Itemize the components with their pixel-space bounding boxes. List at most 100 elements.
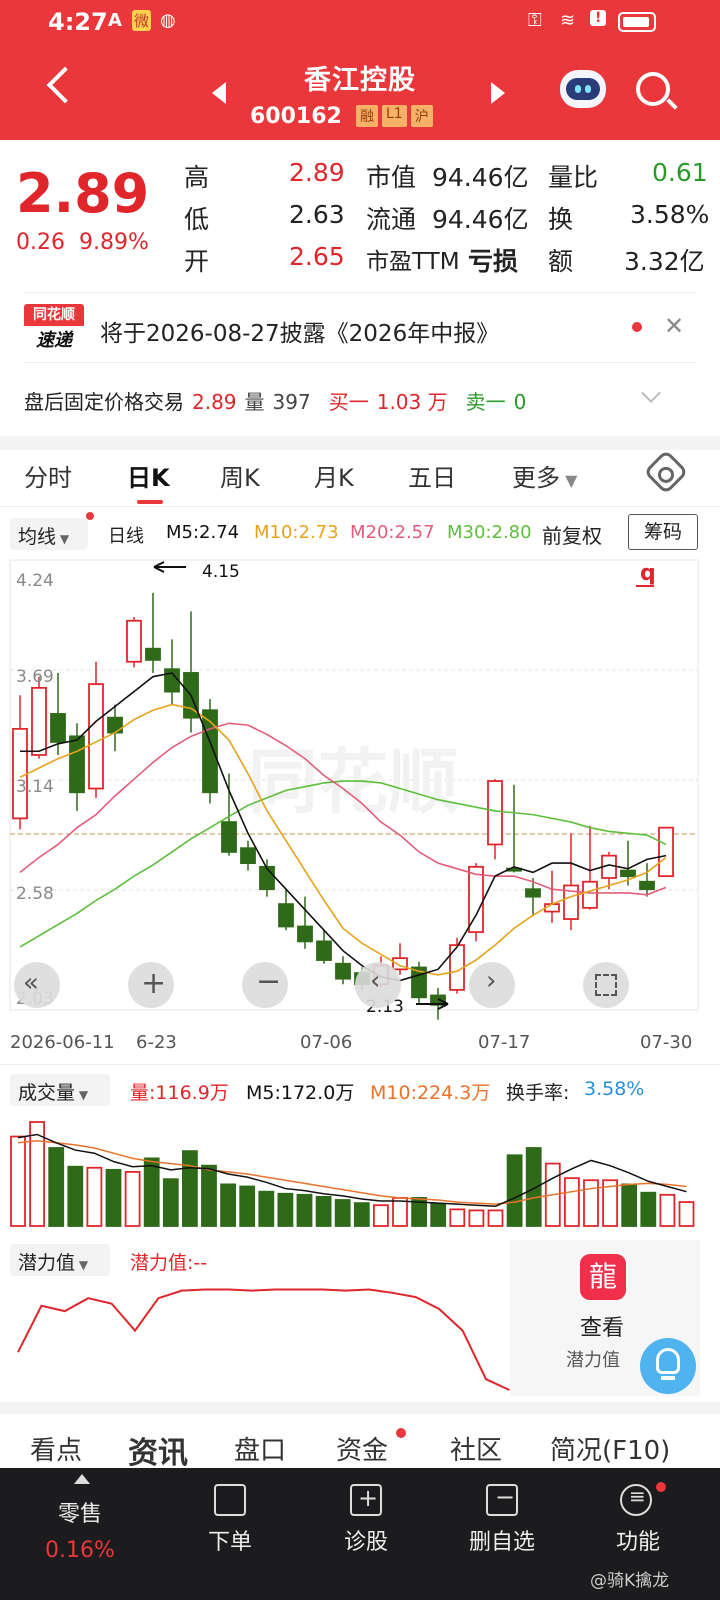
- stock-tags: 融 L1 沪: [356, 105, 433, 127]
- volume-bar: [10, 1135, 26, 1227]
- nav-diagnose[interactable]: 诊股: [316, 1524, 416, 1556]
- volume-bar: [296, 1193, 313, 1227]
- nav-function[interactable]: 功能: [588, 1524, 688, 1556]
- zoom-out-button[interactable]: −: [242, 962, 288, 1008]
- candle-body: [12, 727, 28, 820]
- volume-bar: [334, 1199, 351, 1227]
- stock-code: 600162: [250, 104, 342, 129]
- x-tick-2: 07-06: [300, 1032, 352, 1053]
- volume-bar: [392, 1197, 408, 1227]
- ma5-label: M5:2.74: [166, 522, 240, 543]
- tab-community[interactable]: 社区: [450, 1430, 502, 1467]
- zoom-in-button[interactable]: +: [128, 962, 174, 1008]
- volume-ma5: M5:172.0万: [246, 1082, 355, 1104]
- quote-val-float: 94.46亿: [432, 205, 529, 234]
- volume-bar: [29, 1121, 46, 1227]
- quote-key-volratio: 量比: [548, 163, 599, 192]
- potential-line: [17, 1288, 510, 1391]
- candle-body: [88, 683, 104, 790]
- tab-more[interactable]: 更多 ▼: [512, 458, 577, 493]
- remove-watchlist-icon[interactable]: −: [486, 1483, 518, 1516]
- volume-bar: [678, 1201, 695, 1227]
- volume-bar: [220, 1183, 237, 1227]
- volume-bar: [48, 1147, 65, 1227]
- chevron-down-icon[interactable]: [641, 383, 661, 403]
- nav-remove-watchlist[interactable]: 删自选: [452, 1524, 552, 1556]
- assistant-robot-icon[interactable]: [560, 70, 606, 108]
- ma-dot: [86, 512, 94, 520]
- candle-body: [620, 869, 636, 878]
- tab-highlights[interactable]: 看点: [30, 1430, 82, 1467]
- x-tick-3: 07-17: [478, 1032, 530, 1053]
- volume-indicator-selector[interactable]: 成交量 ▼: [10, 1074, 110, 1106]
- nav-order[interactable]: 下单: [180, 1524, 280, 1556]
- y-tick-2: 3.14: [16, 777, 54, 797]
- tab-weekly-k[interactable]: 周K: [220, 458, 260, 493]
- quote-key-float: 流通: [366, 205, 417, 234]
- candle-body: [316, 940, 332, 961]
- change-value: 0.26: [16, 230, 65, 255]
- quote-val-low: 2.63: [289, 200, 345, 229]
- after-hours-bar[interactable]: 盘后固定价格交易 2.89 量 397 买一 1.03 万卖一 0: [24, 386, 534, 415]
- candle-body: [50, 713, 66, 743]
- volume-bar: [124, 1171, 141, 1227]
- fq-label[interactable]: 前复权: [542, 520, 602, 549]
- tab-five-day[interactable]: 五日: [408, 458, 456, 493]
- candle-body: [126, 619, 142, 663]
- scroll-left-fast-button[interactable]: «: [14, 962, 60, 1008]
- candle-body: [639, 880, 655, 891]
- expand-up-icon[interactable]: [74, 1474, 90, 1484]
- quote-val-open: 2.65: [289, 242, 345, 271]
- candle-body: [221, 821, 237, 853]
- ball-icon: ◍: [160, 10, 176, 31]
- change-percent: 9.89%: [78, 230, 149, 255]
- nav-retail[interactable]: 零售: [30, 1496, 130, 1528]
- volume-bar: [430, 1203, 447, 1227]
- scroll-left-button[interactable]: ‹: [355, 962, 401, 1008]
- candle-body: [31, 686, 47, 756]
- quote-val-amount: 3.32亿: [624, 247, 705, 276]
- tag-hu: 沪: [410, 105, 433, 127]
- quote-val-turnover: 3.58%: [630, 200, 710, 229]
- tab-capital[interactable]: 资金: [336, 1430, 388, 1467]
- volume-bar: [564, 1177, 580, 1227]
- scroll-right-button[interactable]: ›: [469, 962, 515, 1008]
- close-icon[interactable]: ✕: [664, 312, 684, 340]
- volume-bar: [659, 1193, 676, 1227]
- chip-distribution-button[interactable]: 筹码: [628, 514, 698, 550]
- ma30-label: M30:2.80: [447, 522, 532, 543]
- volume-bar: [353, 1202, 370, 1227]
- app-header: 4:27 A 微 ◍ ⚿ ≋ ! 香江控股 600162 融 L1 沪: [0, 0, 720, 140]
- nav-retail-pct: 0.16%: [45, 1538, 115, 1563]
- after-hours-volume: 397: [272, 390, 311, 414]
- tab-f10[interactable]: 简况(F10): [550, 1430, 670, 1467]
- volume-bar: [258, 1190, 275, 1227]
- volume-bar: [239, 1185, 256, 1227]
- diagnose-icon[interactable]: +: [350, 1484, 382, 1516]
- settings-icon[interactable]: [643, 449, 689, 495]
- ma10-label: M10:2.73: [254, 522, 339, 543]
- tab-news[interactable]: 资讯: [128, 1428, 188, 1472]
- order-icon[interactable]: [214, 1484, 246, 1516]
- price-change: 0.26 9.89%: [16, 230, 149, 255]
- tab-intraday[interactable]: 分时: [24, 458, 72, 493]
- tab-daily-k[interactable]: 日K: [127, 458, 170, 493]
- function-menu-icon[interactable]: ≡: [620, 1484, 652, 1516]
- lightbulb-icon[interactable]: [640, 1338, 696, 1394]
- notice-text[interactable]: 将于2026-08-27披露《2026年中报》: [100, 314, 499, 348]
- watermark: @骑K擒龙: [590, 1571, 670, 1591]
- x-tick-0: 2026-06-11: [10, 1032, 115, 1053]
- x-tick-4: 07-30: [640, 1032, 692, 1053]
- ma-selector[interactable]: 均线 ▼: [10, 518, 88, 550]
- candle-body: [240, 847, 256, 864]
- search-icon[interactable]: [636, 72, 670, 106]
- tab-orderbook[interactable]: 盘口: [234, 1430, 286, 1467]
- volume-bar: [143, 1157, 160, 1227]
- volume-bar: [315, 1195, 332, 1227]
- quote-key-mktcap: 市值: [366, 163, 417, 192]
- fullscreen-button[interactable]: [583, 962, 629, 1008]
- volume-chart[interactable]: [0, 1106, 720, 1230]
- quote-key-high: 高: [184, 163, 210, 192]
- tab-monthly-k[interactable]: 月K: [314, 458, 354, 493]
- alert-icon: !: [590, 10, 607, 26]
